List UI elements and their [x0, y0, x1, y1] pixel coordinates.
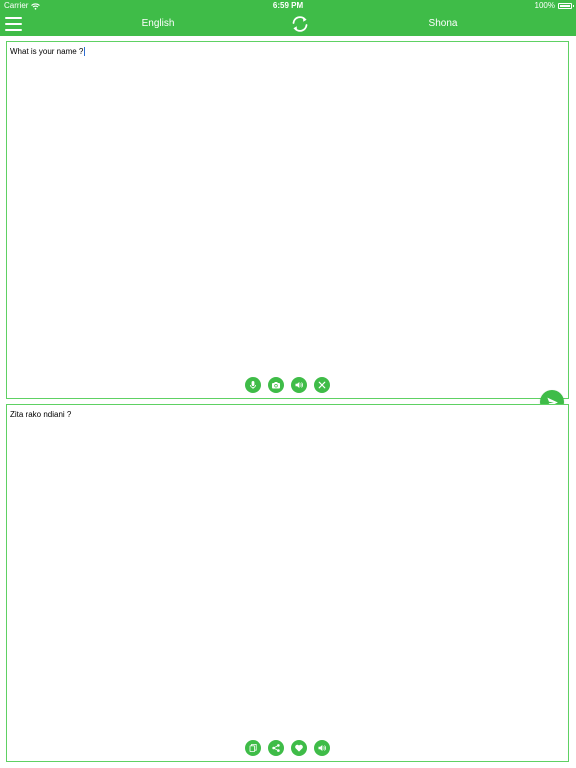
clock: 6:59 PM [272, 1, 304, 10]
battery-indicator: 100% [534, 0, 574, 12]
navigation-bar: English Shona [0, 12, 576, 36]
microphone-icon[interactable] [245, 377, 261, 393]
source-text-panel[interactable]: What is your name ? [6, 41, 569, 399]
source-language-button[interactable]: English [98, 12, 218, 36]
speaker-icon[interactable] [291, 377, 307, 393]
favorite-icon[interactable] [291, 740, 307, 756]
target-language-button[interactable]: Shona [383, 12, 503, 36]
menu-icon[interactable] [5, 17, 22, 31]
source-text: What is your name ? [10, 47, 84, 56]
speaker-icon[interactable] [314, 740, 330, 756]
battery-percent: 100% [534, 1, 555, 10]
text-cursor [84, 47, 86, 57]
status-bar: Carrier 6:59 PM 100% [0, 0, 576, 12]
camera-icon[interactable] [268, 377, 284, 393]
share-icon[interactable] [268, 740, 284, 756]
translated-text: Zita rako ndiani ? [10, 410, 72, 419]
clear-icon[interactable] [314, 377, 330, 393]
translation-text-panel[interactable]: Zita rako ndiani ? [6, 404, 569, 762]
translation-actions [7, 740, 568, 756]
swap-languages-icon[interactable] [290, 15, 310, 33]
source-text-input[interactable]: What is your name ? [10, 47, 86, 57]
copy-icon[interactable] [245, 740, 261, 756]
source-actions [7, 377, 568, 393]
battery-icon [558, 3, 574, 9]
